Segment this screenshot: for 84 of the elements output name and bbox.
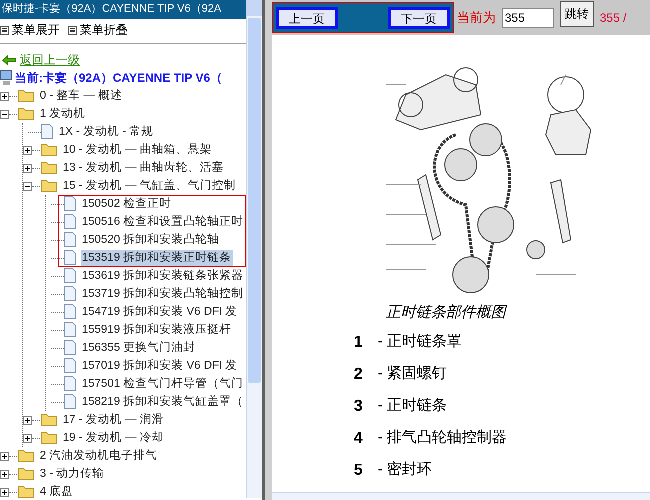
tree-item[interactable]: 157019 拆卸和安装 V6 DFI 发 [81, 358, 239, 374]
legend-text: - 排气凸轮轴控制器 [378, 428, 508, 448]
document-icon [64, 358, 77, 374]
legend-number: 5 [354, 460, 364, 480]
tree-item[interactable]: 1 发动机 [39, 106, 87, 122]
previous-page-button[interactable]: 上一页 [276, 6, 338, 28]
document-icon [64, 304, 77, 320]
tree-item[interactable]: 150502 检查正时 [81, 196, 173, 212]
open-folder-icon [41, 179, 58, 193]
expand-icon[interactable] [0, 92, 9, 100]
current-location: 当前:卡宴（92A）CAYENNE TIP V6（ [15, 70, 222, 87]
open-folder-icon [18, 107, 35, 121]
expand-icon[interactable] [23, 164, 32, 172]
tree-item[interactable]: 153619 拆卸和安装链条张紧器 [81, 268, 245, 284]
page-count: 355 / [600, 10, 627, 26]
back-arrow-icon [2, 54, 17, 66]
document-icon [64, 214, 77, 230]
tree-item[interactable]: 10 - 发动机 — 曲轴箱、悬架 [62, 142, 213, 158]
go-button[interactable]: 跳转 [560, 1, 594, 27]
legend-text: - 紧固螺钉 [378, 364, 448, 384]
tree-item[interactable]: 13 - 发动机 — 曲轴齿轮、活塞 [62, 160, 225, 176]
window-title: 保时捷-卡宴（92A）CAYENNE TIP V6（92A [0, 0, 246, 19]
tree-item[interactable]: 15 - 发动机 — 气缸盖、气门控制 [62, 178, 237, 194]
tree-item[interactable]: 1X - 发动机 - 常规 [58, 124, 155, 140]
tree-item[interactable]: 2 汽油发动机电子排气 [39, 448, 159, 464]
tree-item[interactable]: 150516 检查和设置凸轮轴正时 [81, 214, 245, 230]
legend-number: 1 [354, 332, 364, 352]
collapse-icon[interactable] [23, 182, 32, 190]
menu-link[interactable]: 菜单折叠 [80, 21, 128, 39]
collapse-icon[interactable] [0, 110, 9, 118]
document-icon [64, 196, 77, 212]
tree-item[interactable]: 150520 拆卸和安装凸轮轴 [81, 232, 221, 248]
tree-item[interactable]: 0 - 整车 — 概述 [39, 88, 124, 104]
tree-item[interactable]: 153719 拆卸和安装凸轮轴控制 [81, 286, 245, 302]
expand-icon[interactable] [0, 470, 9, 478]
folder-icon [41, 143, 58, 157]
folder-icon [18, 449, 35, 463]
tree-item[interactable]: 153519 拆卸和安装正时链条 [81, 250, 233, 266]
tree-item[interactable]: 3 - 动力传输 [39, 466, 106, 482]
document-icon [64, 322, 77, 338]
tree-item[interactable]: 4 底盘 [39, 484, 75, 500]
expand-icon[interactable] [0, 452, 9, 460]
list-icon [68, 26, 77, 34]
expand-icon[interactable] [23, 416, 32, 424]
document-icon [64, 232, 77, 248]
horizontal-scrollbar[interactable] [272, 492, 650, 500]
expand-icon[interactable] [23, 146, 32, 154]
folder-icon [18, 485, 35, 499]
vertical-scrollbar[interactable] [246, 0, 262, 498]
tree-item[interactable]: 154719 拆卸和安装 V6 DFI 发 [81, 304, 239, 320]
document-icon [41, 124, 54, 140]
folder-icon [18, 467, 35, 481]
legend-text: - 密封环 [378, 460, 432, 480]
next-page-button[interactable]: 下一页 [388, 6, 450, 28]
document-icon [64, 250, 77, 266]
tree-item[interactable]: 19 - 发动机 — 冷却 [62, 430, 165, 446]
document-icon [64, 394, 77, 410]
legend-number: 2 [354, 364, 364, 384]
tree-item[interactable]: 157501 检查气门杆导管（气门 [81, 376, 245, 392]
expand-icon[interactable] [23, 434, 32, 442]
legend-text: - 正时链条 [378, 396, 448, 416]
tree-item[interactable]: 158219 拆卸和安装气缸盖罩（ [81, 394, 245, 410]
document-icon [64, 286, 77, 302]
page-label: 当前为 [457, 8, 496, 27]
page-input[interactable]: 355 [502, 8, 554, 28]
legend-number: 4 [354, 428, 364, 448]
tree-item[interactable]: 155919 拆卸和安装液压挺杆 [81, 322, 233, 338]
pane-splitter[interactable] [262, 0, 272, 500]
document-icon [64, 340, 77, 356]
document-icon [64, 376, 77, 392]
menu-link[interactable]: 菜单展开 [12, 21, 60, 39]
document-icon [64, 268, 77, 284]
back-link[interactable]: 返回上一级 [20, 51, 80, 69]
legend-number: 3 [354, 396, 364, 416]
folder-icon [18, 89, 35, 103]
figure-caption: 正时链条部件概图 [386, 304, 506, 323]
tree-item[interactable]: 156355 更换气门油封 [81, 340, 197, 356]
folder-icon [41, 413, 58, 427]
computer-icon [0, 70, 13, 86]
tree-item[interactable]: 17 - 发动机 — 润滑 [62, 412, 165, 428]
expand-icon[interactable] [0, 488, 9, 496]
legend-text: - 正时链条罩 [378, 332, 462, 352]
folder-icon [41, 161, 58, 175]
folder-icon [41, 431, 58, 445]
